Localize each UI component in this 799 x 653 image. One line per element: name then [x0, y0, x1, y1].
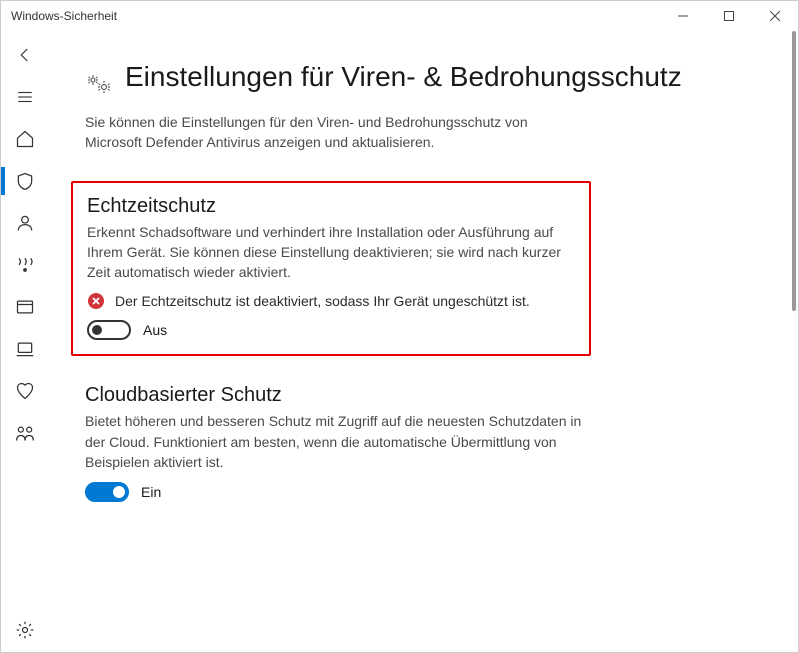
sidebar-item-family-options[interactable] — [5, 413, 45, 453]
back-button[interactable] — [5, 35, 45, 75]
gears-icon — [85, 71, 113, 98]
realtime-status-row: Der Echtzeitschutz ist deaktiviert, soda… — [87, 292, 571, 310]
realtime-status-text: Der Echtzeitschutz ist deaktiviert, soda… — [115, 293, 530, 309]
page-description: Sie können die Einstellungen für den Vir… — [85, 112, 585, 153]
sidebar-item-device-security[interactable] — [5, 329, 45, 369]
cloud-protection-section: Cloudbasierter Schutz Bietet höheren und… — [85, 384, 605, 502]
sidebar-item-firewall[interactable] — [5, 245, 45, 285]
scrollbar-thumb[interactable] — [792, 31, 796, 311]
sidebar-item-home[interactable] — [5, 119, 45, 159]
realtime-toggle-label: Aus — [143, 322, 167, 338]
sidebar — [1, 31, 49, 652]
sidebar-item-account-protection[interactable] — [5, 203, 45, 243]
cloud-heading: Cloudbasierter Schutz — [85, 384, 605, 407]
realtime-description: Erkennt Schadsoftware und verhindert ihr… — [87, 222, 571, 283]
page-title: Einstellungen für Viren- & Bedrohungssch… — [125, 59, 682, 95]
sidebar-item-virus-protection[interactable] — [5, 161, 45, 201]
realtime-heading: Echtzeitschutz — [87, 195, 571, 218]
scrollbar[interactable] — [790, 31, 798, 652]
main-content: Einstellungen für Viren- & Bedrohungssch… — [49, 31, 798, 652]
realtime-toggle[interactable] — [87, 320, 131, 340]
minimize-button[interactable] — [660, 1, 706, 31]
cloud-toggle-label: Ein — [141, 484, 161, 500]
sidebar-item-device-health[interactable] — [5, 371, 45, 411]
cloud-description: Bietet höheren und besseren Schutz mit Z… — [85, 411, 605, 472]
close-button[interactable] — [752, 1, 798, 31]
title-bar: Windows-Sicherheit — [1, 1, 798, 31]
sidebar-item-app-browser-control[interactable] — [5, 287, 45, 327]
window-title: Windows-Sicherheit — [11, 9, 117, 23]
sidebar-item-settings[interactable] — [5, 610, 45, 650]
cloud-toggle[interactable] — [85, 482, 129, 502]
realtime-protection-section: Echtzeitschutz Erkennt Schadsoftware und… — [71, 181, 591, 357]
error-icon — [87, 292, 105, 310]
menu-button[interactable] — [5, 77, 45, 117]
maximize-button[interactable] — [706, 1, 752, 31]
